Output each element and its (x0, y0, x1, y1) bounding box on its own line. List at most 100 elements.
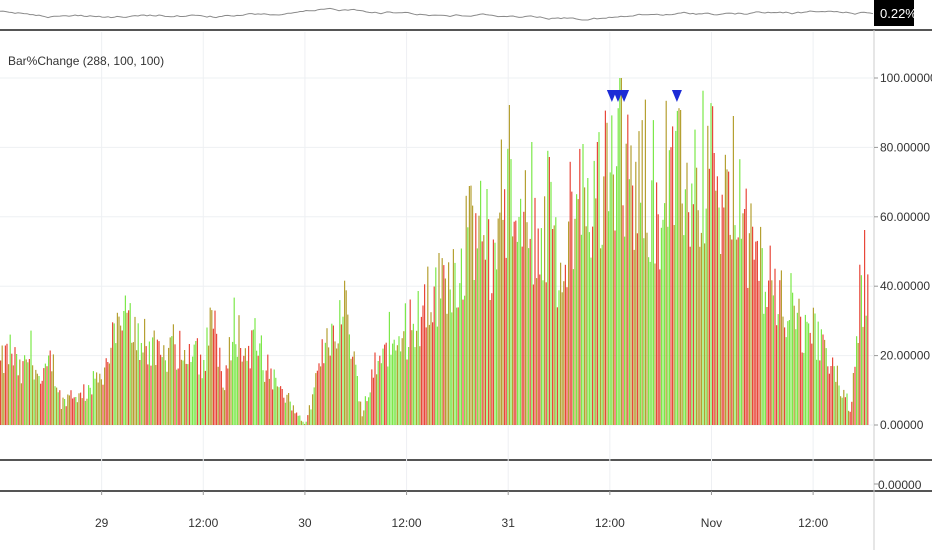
bar (19, 359, 21, 425)
bar (361, 416, 363, 425)
bar (792, 292, 794, 425)
bar (859, 264, 861, 425)
bar (574, 218, 576, 425)
bar (750, 203, 752, 425)
bar (0, 360, 2, 425)
bar (145, 346, 147, 425)
bar (422, 305, 424, 425)
bar (793, 305, 795, 425)
bar (577, 199, 579, 425)
bar (76, 402, 78, 425)
bar (508, 105, 510, 425)
bar (547, 150, 549, 426)
bar (20, 383, 22, 425)
bar (81, 398, 83, 425)
bar (705, 208, 707, 425)
bar (756, 240, 758, 425)
bar (32, 365, 34, 425)
bar (763, 313, 765, 425)
bar (844, 397, 846, 425)
bar (667, 226, 669, 425)
bar (416, 330, 418, 425)
bar (403, 331, 405, 425)
bar (556, 307, 558, 425)
bar (235, 344, 237, 425)
bar (732, 116, 734, 425)
bar (35, 369, 37, 425)
bar (726, 169, 728, 425)
bars-layer (0, 78, 869, 426)
bar (721, 194, 723, 425)
bar (571, 191, 573, 425)
bar (246, 360, 248, 425)
bar (537, 228, 539, 425)
bar (443, 265, 445, 425)
bar (480, 180, 482, 425)
bar (52, 354, 54, 425)
bar (801, 352, 803, 425)
bar (569, 161, 571, 426)
bar (545, 282, 547, 425)
bar (752, 226, 754, 425)
bar (745, 188, 747, 425)
bar (849, 411, 851, 425)
bar (152, 337, 154, 425)
bar (249, 368, 251, 425)
bar (598, 132, 600, 425)
bar (740, 238, 742, 425)
bar (542, 280, 544, 425)
bar (617, 108, 619, 425)
bar (222, 387, 224, 425)
bar (265, 370, 267, 425)
bar (558, 290, 560, 425)
bar (785, 337, 787, 425)
bar (481, 241, 483, 425)
bar (694, 129, 696, 425)
bar (710, 103, 712, 425)
bar (224, 390, 226, 425)
bar (486, 189, 488, 425)
bar (867, 274, 869, 425)
bar (67, 394, 69, 425)
bar (734, 225, 736, 425)
bar (6, 343, 8, 425)
bar (676, 110, 678, 426)
top-pane: 0.22% (0, 0, 917, 26)
bar (572, 269, 574, 425)
bar (352, 356, 354, 425)
bar (107, 362, 109, 425)
bar (499, 212, 501, 425)
bar (308, 405, 310, 425)
x-tick-label: 29 (95, 516, 109, 530)
bar (691, 183, 693, 425)
bar (696, 167, 698, 425)
bar (267, 354, 269, 425)
bar (616, 166, 618, 425)
bar (193, 344, 195, 425)
bar (862, 326, 864, 425)
bar (350, 358, 352, 425)
bar (366, 401, 368, 425)
bar (820, 329, 822, 425)
bar (864, 230, 866, 425)
bar (33, 379, 35, 425)
chart-canvas[interactable]: 0.22% 0.00000 20.00000 40.00000 60.00000 80.… (0, 0, 932, 550)
bar (171, 336, 173, 425)
bar (638, 131, 640, 425)
bar (51, 371, 53, 425)
bar (460, 248, 462, 425)
bar (459, 283, 461, 425)
indicator-title[interactable]: Bar%Change (288, 100, 100) (8, 54, 164, 68)
bar (216, 333, 218, 425)
bar (356, 376, 358, 425)
bar (704, 243, 706, 425)
bar (4, 345, 6, 425)
bar (659, 269, 661, 425)
bar (832, 357, 834, 425)
bar (728, 171, 730, 425)
bar (624, 236, 626, 425)
bar (843, 389, 845, 425)
bar (299, 415, 301, 425)
bar (697, 210, 699, 425)
x-tick-label: 31 (502, 516, 516, 530)
